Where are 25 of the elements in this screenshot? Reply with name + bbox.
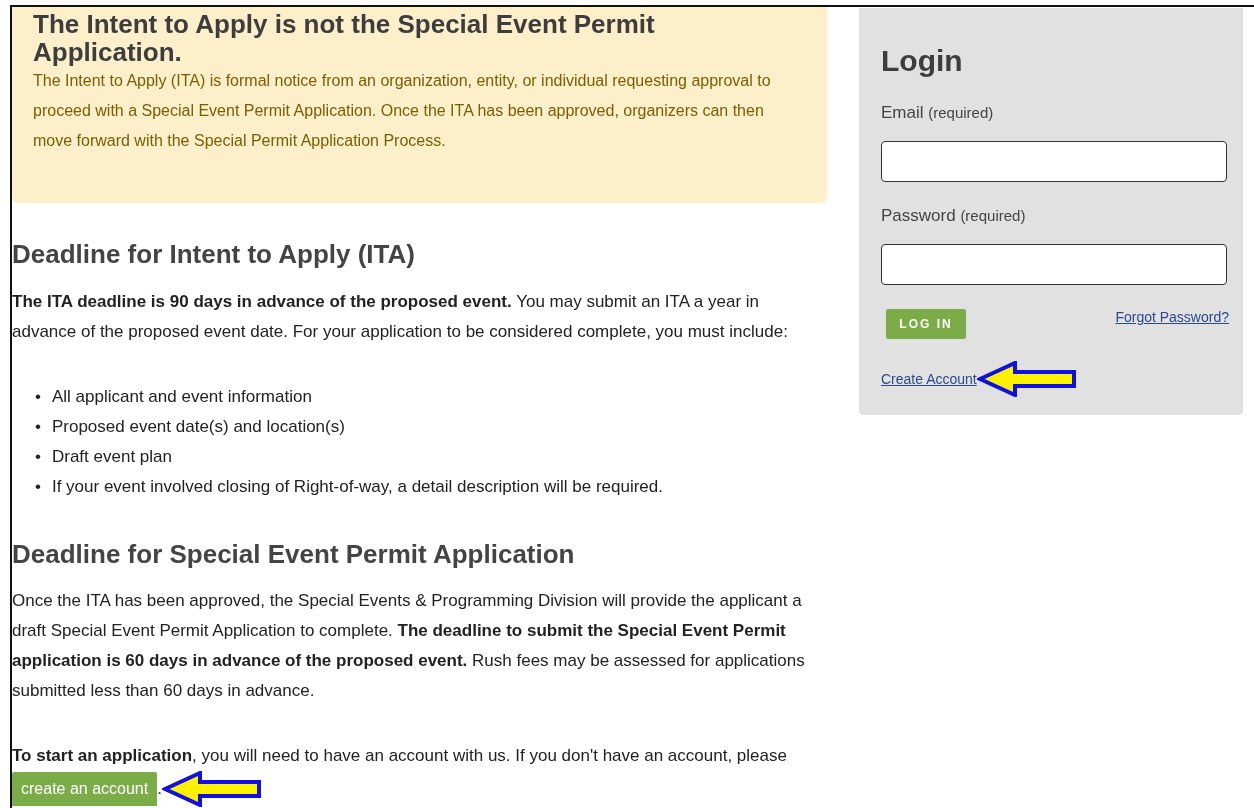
section-heading: Deadline for Special Event Permit Application bbox=[12, 539, 576, 569]
period: . bbox=[157, 779, 162, 799]
bullet-marker: • bbox=[35, 386, 41, 408]
bullet-marker: • bbox=[35, 446, 41, 468]
field-label: Password (required) bbox=[881, 206, 1027, 226]
paragraph: Once the ITA has been approved, the Special Events & Programming Division will provide the applicant a draft Special Event Permit Application to complete. The deadline to submit the Special Event Permit application is 60 days in advance of the proposed event. Rush fees may be assessed for applications submitted less than 60 days in advance. bbox=[12, 590, 806, 702]
email-field[interactable] bbox=[881, 141, 1227, 182]
bullet-marker: • bbox=[35, 416, 41, 438]
arrow-icon bbox=[976, 361, 1077, 397]
forgot-password-link[interactable]: Forgot Password? bbox=[1115, 309, 1229, 325]
paragraph: The ITA deadline is 90 days in advance of the proposed event. You may submit an ITA a year in advance of the proposed event date. For your application to be considered complete, you must include: bbox=[12, 291, 789, 343]
paragraph: To start an application, you will need to have an account with us. If you don't have an account, please bbox=[12, 745, 788, 767]
create-account-link[interactable]: Create Account bbox=[881, 371, 977, 387]
arrow-icon bbox=[161, 771, 262, 807]
bullet-marker: • bbox=[35, 476, 41, 498]
password-field[interactable] bbox=[881, 244, 1227, 285]
bullet-text: All applicant and event information bbox=[51, 386, 312, 408]
field-label: Email (required) bbox=[881, 103, 995, 123]
login-title: Login bbox=[881, 43, 964, 79]
notice-title: The Intent to Apply is not the Special Event Permit Application. bbox=[33, 10, 656, 66]
notice-text: The Intent to Apply (ITA) is formal notice from an organization, entity, or individual requesting approval to proceed with a Special Event Permit Application. Once the ITA has been approved, organizers can then move forward with the Special Permit Application Process. bbox=[33, 71, 772, 151]
bullet-text: If your event involved closing of Right-of-way, a detail description will be required. bbox=[51, 476, 663, 498]
bullet-text: Draft event plan bbox=[51, 446, 172, 468]
bullet-text: Proposed event date(s) and location(s) bbox=[51, 416, 345, 438]
section-heading: Deadline for Intent to Apply (ITA) bbox=[12, 239, 416, 269]
